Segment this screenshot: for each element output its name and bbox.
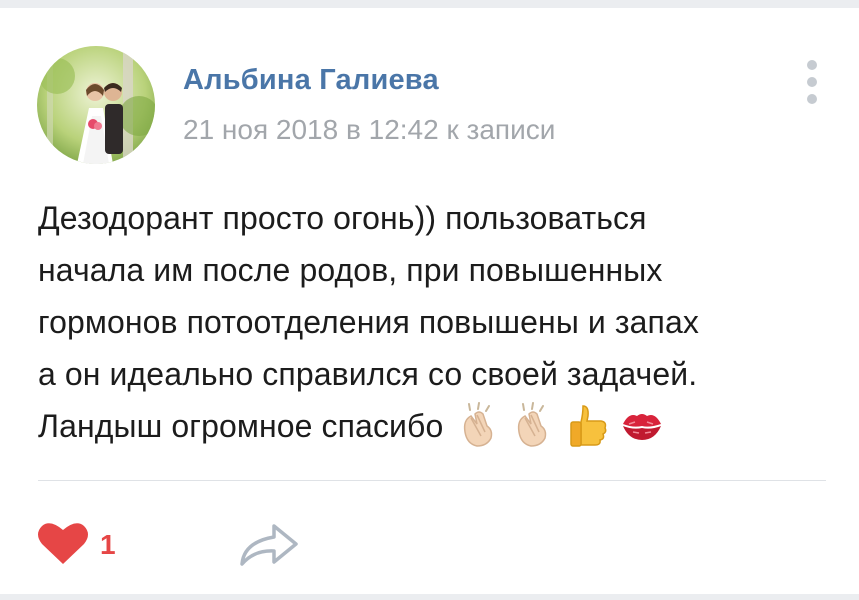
author-name[interactable]: Альбина Галиева	[183, 64, 439, 97]
like-count: 1	[100, 529, 116, 560]
post-meta[interactable]: 21 ноя 2018 в 12:42 к записи	[183, 114, 555, 146]
thumbs-up-icon	[565, 402, 611, 448]
comment-text-line: Дезодорант просто огонь)) пользоваться	[38, 200, 647, 236]
divider	[38, 480, 826, 481]
kiss-mark-icon	[619, 402, 665, 448]
like-button[interactable]: 1	[36, 518, 116, 572]
more-vertical-icon[interactable]	[798, 58, 826, 106]
clapping-hands-icon	[457, 401, 503, 448]
share-arrow-icon	[238, 524, 300, 574]
comment-text-line: а он идеально справился со своей задачей…	[38, 356, 698, 392]
comment-text-line-last: Ландыш огромное спасибо	[38, 400, 828, 452]
avatar[interactable]	[37, 46, 155, 164]
comment-text-fragment: Ландыш огромное спасибо	[38, 408, 444, 444]
clapping-hands-icon	[511, 401, 557, 448]
comment-card: Альбина Галиева 21 ноя 2018 в 12:42 к за…	[0, 8, 859, 594]
heart-icon	[36, 520, 90, 571]
comment-text: Дезодорант просто огонь)) пользоваться н…	[38, 192, 828, 452]
comment-text-line: гормонов потоотделения повышены и запах	[38, 304, 699, 340]
comment-text-line: начала им после родов, при повышенных	[38, 252, 663, 288]
share-button[interactable]	[238, 520, 300, 570]
